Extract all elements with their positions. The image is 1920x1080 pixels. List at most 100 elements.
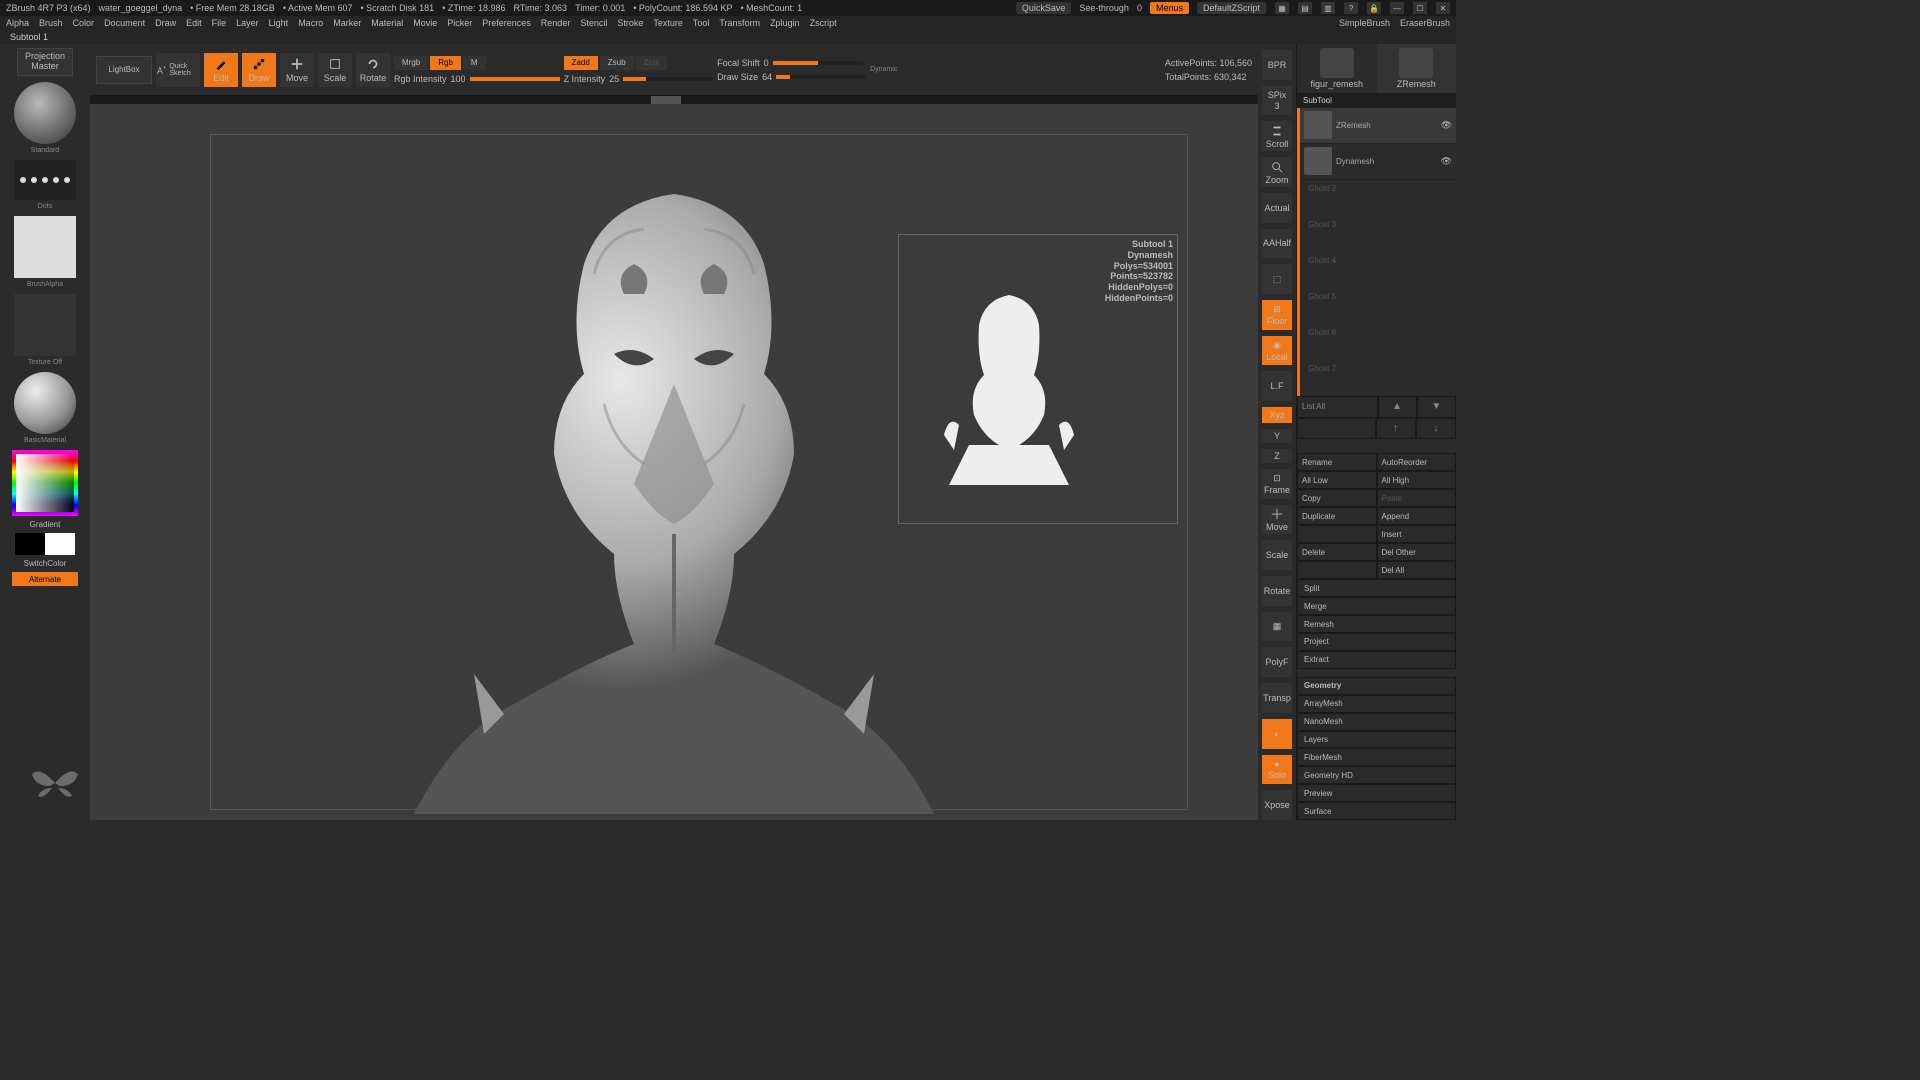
projection-master-button[interactable]: Projection Master (17, 48, 73, 76)
m-button[interactable]: M (463, 56, 486, 70)
menu-movie[interactable]: Movie (413, 18, 437, 28)
alpha-thumbnail[interactable] (14, 216, 76, 278)
material-thumbnail[interactable] (14, 372, 76, 434)
menu-tool[interactable]: Tool (693, 18, 710, 28)
layout3-icon[interactable]: ▥ (1321, 2, 1335, 14)
menu-stencil[interactable]: Stencil (580, 18, 607, 28)
menu-render[interactable]: Render (541, 18, 571, 28)
bpr-button[interactable]: BPR (1262, 50, 1292, 80)
rename-button[interactable]: Rename (1297, 453, 1377, 471)
aahalf-button[interactable]: AAHalf (1262, 229, 1292, 259)
stroke-thumbnail[interactable] (14, 160, 76, 200)
menu-color[interactable]: Color (73, 18, 95, 28)
actual-button[interactable]: Actual (1262, 193, 1292, 223)
viewport[interactable]: Subtool 1 Dynamesh Polys=534001 Points=5… (90, 104, 1258, 820)
z-button[interactable]: Z (1262, 449, 1292, 463)
layers-section[interactable]: Layers (1297, 731, 1456, 749)
menu-stroke[interactable]: Stroke (617, 18, 643, 28)
menus-button[interactable]: Menus (1150, 2, 1189, 14)
persp-button[interactable]: ⬚ (1262, 264, 1292, 294)
menu-marker[interactable]: Marker (333, 18, 361, 28)
geometry-section[interactable]: Geometry (1297, 677, 1456, 695)
maximize-icon[interactable]: ☐ (1413, 2, 1427, 14)
arraymesh-section[interactable]: ArrayMesh (1297, 695, 1456, 713)
subtool-header[interactable]: SubTool (1297, 94, 1456, 108)
ghost-button[interactable]: ◐ (1262, 719, 1292, 749)
scale-view-button[interactable]: Scale (1262, 540, 1292, 570)
menu-picker[interactable]: Picker (447, 18, 472, 28)
project-section[interactable]: Project (1297, 633, 1456, 651)
zcut-button[interactable]: Zcut (636, 56, 668, 70)
menu-draw[interactable]: Draw (155, 18, 176, 28)
texture-thumbnail[interactable] (14, 294, 76, 356)
menu-material[interactable]: Material (371, 18, 403, 28)
split-section[interactable]: Split (1297, 579, 1456, 597)
delother-button[interactable]: Del Other (1377, 543, 1457, 561)
edit-mode-button[interactable]: Edit (204, 53, 238, 87)
subtool-item-2[interactable]: Dynamesh 👁 (1300, 144, 1456, 180)
extract-section[interactable]: Extract (1297, 651, 1456, 669)
tool-thumb-1[interactable]: figur_remesh (1297, 44, 1377, 93)
zadd-button[interactable]: Zadd (564, 56, 598, 70)
transp-button[interactable]: Transp (1262, 683, 1292, 713)
surface-section[interactable]: Surface (1297, 802, 1456, 820)
rgb-button[interactable]: Rgb (430, 56, 461, 70)
spix-slider[interactable]: SPix3 (1262, 86, 1292, 116)
lock-icon[interactable]: 🔒 (1367, 2, 1381, 14)
paste-button[interactable]: Paste (1377, 489, 1457, 507)
nanomesh-section[interactable]: NanoMesh (1297, 713, 1456, 731)
delete-button[interactable]: Delete (1297, 543, 1377, 561)
menu-document[interactable]: Document (104, 18, 145, 28)
merge-section[interactable]: Merge (1297, 597, 1456, 615)
brush-thumbnail[interactable] (14, 82, 76, 144)
menu-alpha[interactable]: Alpha (6, 18, 29, 28)
switchcolor-button[interactable]: SwitchColor (24, 559, 67, 568)
alternate-button[interactable]: Alternate (12, 572, 78, 586)
arrow-dn-icon[interactable]: ↓ (1416, 418, 1456, 440)
floor-button[interactable]: ⊞Floor (1262, 300, 1292, 330)
autoreorder-button[interactable]: AutoReorder (1377, 453, 1457, 471)
color-picker[interactable] (12, 450, 78, 516)
menu-zscript[interactable]: Zscript (810, 18, 837, 28)
swatch-white[interactable] (45, 533, 75, 555)
dynamic-toggle[interactable]: Dynamic (870, 66, 897, 73)
scroll-button[interactable]: Scroll (1262, 121, 1292, 151)
frame-button[interactable]: ⊡Frame (1262, 469, 1292, 499)
rgb-intensity-slider[interactable]: Rgb Intensity100 (394, 74, 560, 84)
draw-mode-button[interactable]: Draw (242, 53, 276, 87)
menu-light[interactable]: Light (269, 18, 289, 28)
menu-texture[interactable]: Texture (653, 18, 683, 28)
copy-button[interactable]: Copy (1297, 489, 1377, 507)
preview-section[interactable]: Preview (1297, 784, 1456, 802)
menu-layer[interactable]: Layer (236, 18, 259, 28)
listall-button[interactable]: List All (1297, 396, 1378, 418)
fibermesh-section[interactable]: FiberMesh (1297, 748, 1456, 766)
menu-preferences[interactable]: Preferences (482, 18, 531, 28)
minimize-icon[interactable]: — (1390, 2, 1404, 14)
layout2-icon[interactable]: ▤ (1298, 2, 1312, 14)
draw-size-slider[interactable]: Draw Size64 (717, 72, 866, 82)
focal-shift-slider[interactable]: Focal Shift0 (717, 58, 866, 68)
horizontal-scrollbar[interactable] (90, 96, 1258, 104)
layout-icon[interactable]: ▦ (1275, 2, 1289, 14)
color-swatches[interactable] (15, 533, 75, 555)
rotate-view-button[interactable]: Rotate (1262, 576, 1292, 606)
defaultscript-button[interactable]: DefaultZScript (1197, 2, 1266, 14)
seethrough-value[interactable]: 0 (1137, 3, 1142, 13)
menu-file[interactable]: File (212, 18, 227, 28)
xyz-button[interactable]: Xyz (1262, 407, 1292, 423)
mrgb-button[interactable]: Mrgb (394, 56, 428, 70)
geometryhd-section[interactable]: Geometry HD (1297, 766, 1456, 784)
moveup-icon[interactable]: ▲ (1378, 396, 1417, 418)
menu-zplugin[interactable]: Zplugin (770, 18, 800, 28)
gradient-label[interactable]: Gradient (30, 520, 61, 529)
append-button[interactable]: Append (1377, 507, 1457, 525)
zoom-button[interactable]: Zoom (1262, 157, 1292, 187)
scale-mode-button[interactable]: Scale (318, 53, 352, 87)
solo-button[interactable]: ●Solo (1262, 755, 1292, 785)
eye-icon[interactable]: 👁 (1441, 156, 1452, 167)
menu-edit[interactable]: Edit (186, 18, 202, 28)
menu-transform[interactable]: Transform (719, 18, 760, 28)
movedown-icon[interactable]: ▼ (1417, 396, 1456, 418)
zsub-button[interactable]: Zsub (600, 56, 634, 70)
